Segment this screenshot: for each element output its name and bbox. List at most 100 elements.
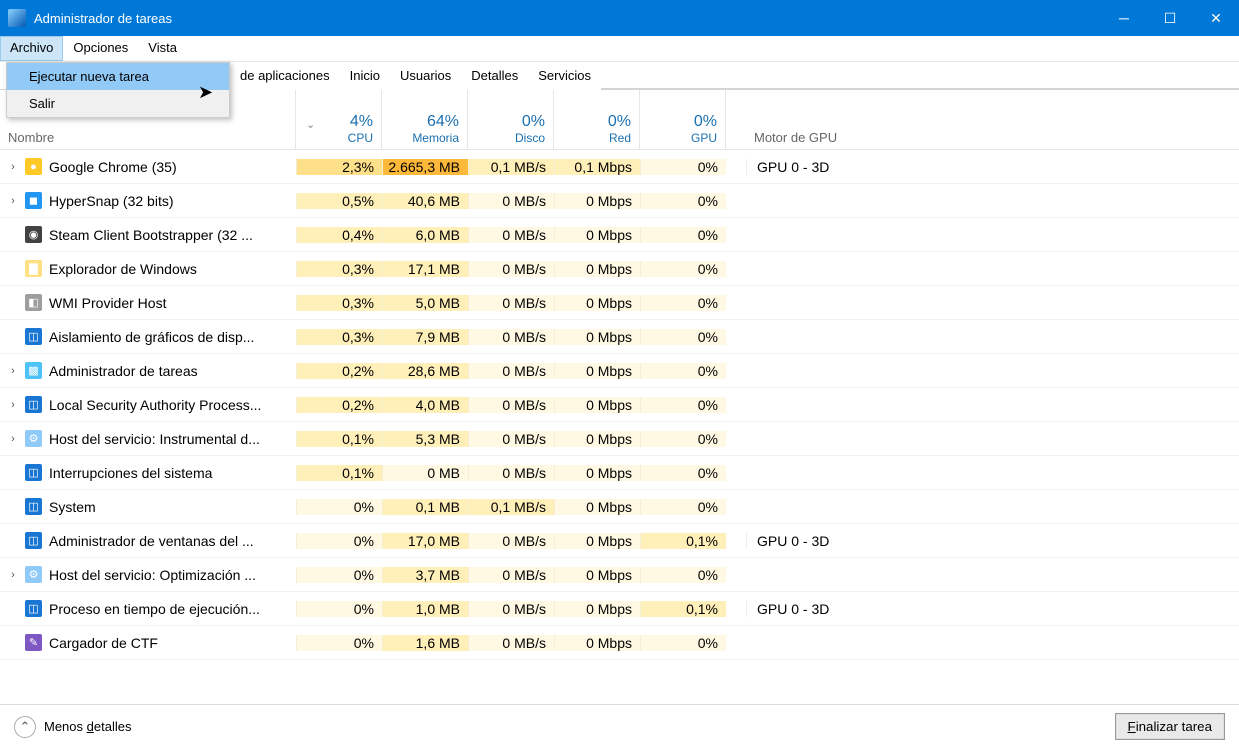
process-icon: ◧	[25, 294, 42, 311]
cell-memory: 4,0 MB	[382, 397, 468, 413]
cell-cpu: 0%	[296, 499, 382, 515]
cell-gpu: 0%	[640, 397, 726, 413]
process-row[interactable]: › ● Google Chrome (35) 2,3% 2.665,3 MB 0…	[0, 150, 1239, 184]
cell-memory: 1,6 MB	[382, 635, 468, 651]
expand-chevron-icon[interactable]	[8, 263, 18, 275]
expand-chevron-icon[interactable]: ›	[8, 433, 18, 445]
expand-chevron-icon[interactable]: ›	[8, 195, 18, 207]
cell-disk: 0 MB/s	[468, 601, 554, 617]
expand-chevron-icon[interactable]	[8, 297, 18, 309]
tab-details[interactable]: Detalles	[461, 62, 528, 90]
expand-chevron-icon[interactable]	[8, 535, 18, 547]
minimize-button[interactable]: ─	[1101, 0, 1147, 36]
cell-gpu: 0%	[640, 227, 726, 243]
menu-opciones[interactable]: Opciones	[63, 36, 138, 61]
process-row[interactable]: › ◼ HyperSnap (32 bits) 0,5% 40,6 MB 0 M…	[0, 184, 1239, 218]
cell-net: 0 Mbps	[554, 533, 640, 549]
tab-users[interactable]: Usuarios	[390, 62, 461, 90]
col-network[interactable]: 0% Red	[554, 90, 640, 149]
col-gpu[interactable]: 0% GPU	[640, 90, 726, 149]
cell-net: 0 Mbps	[554, 431, 640, 447]
tab-services[interactable]: Servicios	[528, 62, 601, 90]
process-icon: ◫	[25, 498, 42, 515]
col-gpu-engine[interactable]: Motor de GPU	[746, 90, 1239, 149]
cell-memory: 0,1 MB	[382, 499, 468, 515]
end-task-button[interactable]: Finalizar tarea	[1115, 713, 1225, 740]
cell-gpu: 0,1%	[640, 601, 726, 617]
process-name: WMI Provider Host	[49, 295, 166, 311]
cell-gpu: 0%	[640, 329, 726, 345]
expand-chevron-icon[interactable]	[8, 603, 18, 615]
cell-net: 0 Mbps	[554, 295, 640, 311]
process-row[interactable]: ✎ Cargador de CTF 0% 1,6 MB 0 MB/s 0 Mbp…	[0, 626, 1239, 660]
cell-memory: 3,7 MB	[382, 567, 468, 583]
cell-net: 0 Mbps	[554, 363, 640, 379]
maximize-button[interactable]: ☐	[1147, 0, 1193, 36]
process-icon: ●	[25, 158, 42, 175]
cell-net: 0 Mbps	[554, 499, 640, 515]
cell-cpu: 0%	[296, 533, 382, 549]
cell-net: 0,1 Mbps	[554, 159, 640, 175]
cell-gpu: 0%	[640, 261, 726, 277]
menu-exit[interactable]: Salir	[7, 90, 229, 117]
expand-chevron-icon[interactable]: ›	[8, 161, 18, 173]
expand-chevron-icon[interactable]: ›	[8, 399, 18, 411]
cell-disk: 0 MB/s	[468, 193, 554, 209]
process-icon: ◼	[25, 192, 42, 209]
expand-chevron-icon[interactable]	[8, 229, 18, 241]
col-disk[interactable]: 0% Disco	[468, 90, 554, 149]
expand-chevron-icon[interactable]	[8, 467, 18, 479]
fewer-details-button[interactable]: ⌃ Menos detalles	[14, 716, 131, 738]
cell-disk: 0,1 MB/s	[468, 499, 554, 515]
cell-memory: 0 MB	[382, 465, 468, 481]
process-row[interactable]: ◫ System 0% 0,1 MB 0,1 MB/s 0 Mbps 0%	[0, 490, 1239, 524]
close-button[interactable]: ✕	[1193, 0, 1239, 36]
col-memory[interactable]: 64% Memoria	[382, 90, 468, 149]
expand-chevron-icon[interactable]	[8, 637, 18, 649]
cell-net: 0 Mbps	[554, 635, 640, 651]
menu-bar: Archivo Opciones Vista	[0, 36, 1239, 62]
process-row[interactable]: ◫ Administrador de ventanas del ... 0% 1…	[0, 524, 1239, 558]
process-row[interactable]: ◫ Aislamiento de gráficos de disp... 0,3…	[0, 320, 1239, 354]
process-name: Google Chrome (35)	[49, 159, 177, 175]
tab-app-history[interactable]: de aplicaciones	[230, 62, 340, 90]
process-row[interactable]: › ⚙ Host del servicio: Instrumental d...…	[0, 422, 1239, 456]
cell-cpu: 0%	[296, 635, 382, 651]
expand-chevron-icon[interactable]: ›	[8, 365, 18, 377]
cell-memory: 17,0 MB	[382, 533, 468, 549]
process-row[interactable]: ◫ Interrupciones del sistema 0,1% 0 MB 0…	[0, 456, 1239, 490]
tab-startup[interactable]: Inicio	[340, 62, 390, 90]
cell-cpu: 0,5%	[296, 193, 382, 209]
menu-archivo[interactable]: Archivo	[0, 36, 63, 61]
expand-chevron-icon[interactable]: ›	[8, 569, 18, 581]
cell-gpu-engine: GPU 0 - 3D	[746, 159, 1239, 175]
process-name: Interrupciones del sistema	[49, 465, 212, 481]
expand-chevron-icon[interactable]	[8, 331, 18, 343]
process-row[interactable]: ◉ Steam Client Bootstrapper (32 ... 0,4%…	[0, 218, 1239, 252]
process-icon: ▩	[25, 362, 42, 379]
process-row[interactable]: ▇ Explorador de Windows 0,3% 17,1 MB 0 M…	[0, 252, 1239, 286]
cell-gpu: 0%	[640, 295, 726, 311]
process-row[interactable]: › ◫ Local Security Authority Process... …	[0, 388, 1239, 422]
process-row[interactable]: ◧ WMI Provider Host 0,3% 5,0 MB 0 MB/s 0…	[0, 286, 1239, 320]
cell-net: 0 Mbps	[554, 193, 640, 209]
process-name: Steam Client Bootstrapper (32 ...	[49, 227, 253, 243]
cell-gpu: 0%	[640, 567, 726, 583]
chevron-up-icon: ⌃	[14, 716, 36, 738]
cell-cpu: 0,3%	[296, 261, 382, 277]
process-row[interactable]: › ▩ Administrador de tareas 0,2% 28,6 MB…	[0, 354, 1239, 388]
cell-cpu: 0,1%	[296, 465, 382, 481]
process-row[interactable]: ◫ Proceso en tiempo de ejecución... 0% 1…	[0, 592, 1239, 626]
title-bar: Administrador de tareas ─ ☐ ✕	[0, 0, 1239, 36]
cell-memory: 40,6 MB	[382, 193, 468, 209]
cell-cpu: 0,1%	[296, 431, 382, 447]
expand-chevron-icon[interactable]	[8, 501, 18, 513]
app-icon	[8, 9, 26, 27]
cell-disk: 0,1 MB/s	[468, 159, 554, 175]
menu-vista[interactable]: Vista	[138, 36, 187, 61]
process-list[interactable]: › ● Google Chrome (35) 2,3% 2.665,3 MB 0…	[0, 150, 1239, 680]
menu-run-new-task[interactable]: Ejecutar nueva tarea	[7, 63, 229, 90]
cell-cpu: 0%	[296, 601, 382, 617]
process-row[interactable]: › ⚙ Host del servicio: Optimización ... …	[0, 558, 1239, 592]
process-icon: ◫	[25, 600, 42, 617]
